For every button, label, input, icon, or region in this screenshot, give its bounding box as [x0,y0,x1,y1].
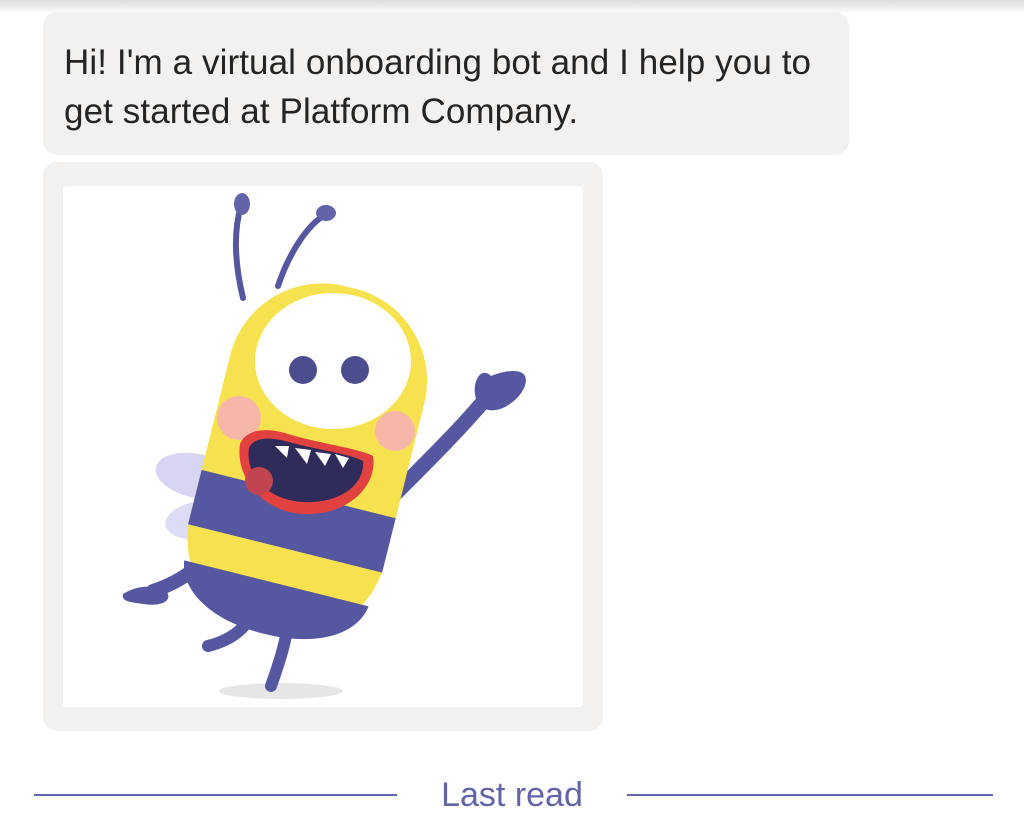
bee-antenna-right [275,213,326,289]
bee-antenna-tip-right [316,205,336,221]
bee-waving-illustration [122,193,526,699]
bee-antenna-tip-left [234,193,250,215]
last-read-label: Last read [441,776,583,814]
bee-left-hand [122,586,169,605]
bee-pupil-right [341,356,369,384]
bee-eyes [255,293,411,429]
image-card-bubble[interactable] [43,162,603,731]
bot-message-text: Hi! I'm a virtual onboarding bot and I h… [64,43,812,131]
bee-cheek-right [375,411,415,451]
bee-shadow [219,683,343,699]
bee-raised-hand [474,371,526,411]
bee-antenna-left [233,203,246,301]
bee-image[interactable] [63,186,583,707]
bot-message-bubble[interactable]: Hi! I'm a virtual onboarding bot and I h… [43,12,849,155]
last-read-divider-left [34,794,397,796]
bee-tongue [245,467,273,495]
bee-pupil-left [289,356,317,384]
last-read-divider-right [627,794,993,796]
